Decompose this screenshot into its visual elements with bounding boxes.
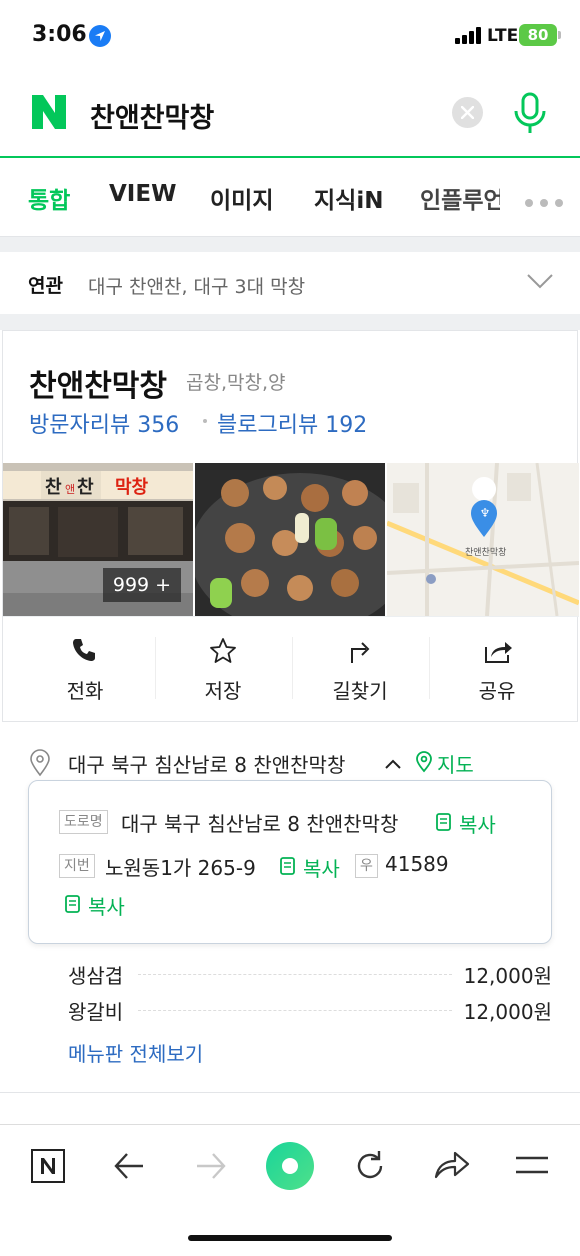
copy-icon — [65, 895, 80, 913]
more-tabs-icon[interactable] — [524, 193, 564, 212]
copy-zip-button[interactable]: 복사 — [64, 891, 144, 919]
place-name[interactable]: 찬앤찬막창 — [29, 361, 167, 405]
svg-text:찬: 찬 — [45, 477, 62, 498]
share-icon — [483, 637, 513, 669]
copy-label: 복사 — [88, 895, 125, 919]
zip-tag: 우 — [355, 854, 378, 878]
food-photo[interactable] — [195, 463, 385, 616]
map-pin-label: 찬앤찬막창 — [465, 547, 506, 558]
directions-icon — [346, 637, 374, 669]
menu-item: 왕갈비 12,000원 — [68, 996, 552, 1026]
chevron-up-icon[interactable] — [384, 755, 402, 774]
related-text[interactable]: 대구 찬앤찬, 대구 3대 막창 — [88, 272, 305, 299]
tab-view[interactable]: VIEW — [109, 181, 176, 207]
menu-item-price: 12,000원 — [463, 1000, 552, 1024]
tab-influencer[interactable]: 인플루언 — [420, 181, 500, 215]
dotted-leader — [138, 974, 452, 975]
menu-icon[interactable] — [514, 1155, 550, 1179]
tab-knowledge[interactable]: 지식iN — [314, 181, 383, 215]
photo-count-badge[interactable]: 999 + — [103, 568, 181, 602]
home-indicator — [188, 1235, 392, 1241]
copy-icon — [280, 857, 295, 875]
share-forward-icon[interactable] — [433, 1149, 471, 1185]
copy-lot-button[interactable]: 복사 — [279, 853, 359, 881]
clear-icon[interactable] — [452, 97, 483, 128]
location-arrow-icon — [89, 25, 111, 47]
search-input[interactable]: 찬앤찬막창 — [90, 96, 214, 135]
status-time: 3:06 — [32, 22, 87, 47]
copy-label: 복사 — [459, 813, 496, 837]
menu-item-price: 12,000원 — [463, 964, 552, 988]
place-card: 찬앤찬막창 곱창,막창,양 방문자리뷰 356 블로그리뷰 192 찬 앤 찬 … — [2, 330, 579, 722]
share-button[interactable]: 공유 — [429, 617, 565, 723]
separator-dot — [203, 419, 207, 423]
naver-home-icon[interactable] — [31, 1149, 65, 1187]
forward-arrow-icon[interactable] — [195, 1152, 227, 1184]
photo-strip: 찬 앤 찬 막창 999 + ♆ 찬앤찬막창 — [3, 463, 579, 616]
back-arrow-icon[interactable] — [113, 1152, 145, 1184]
related-label: 연관 — [28, 275, 63, 297]
search-header: 찬앤찬막창 — [0, 72, 580, 158]
road-address: 대구 북구 침산남로 8 찬앤찬막창 — [121, 812, 399, 836]
lot-address-tag: 지번 — [59, 854, 95, 878]
directions-label: 길찾기 — [332, 679, 388, 703]
tab-integrated[interactable]: 통합 — [28, 181, 70, 215]
related-searches[interactable]: 연관 대구 찬앤찬, 대구 3대 막창 — [0, 252, 580, 314]
copy-label: 복사 — [303, 857, 340, 881]
call-label: 전화 — [66, 679, 104, 703]
address-popup: 도로명 대구 북구 침산남로 8 찬앤찬막창 복사 지번 노원동1가 265-9… — [28, 780, 552, 944]
star-icon — [209, 637, 237, 669]
map-link[interactable]: 지도 — [437, 749, 474, 778]
zip-code: 41589 — [385, 852, 449, 876]
chevron-down-icon[interactable] — [526, 272, 554, 294]
naver-logo-icon[interactable] — [30, 93, 68, 135]
address-row[interactable]: 대구 북구 침산남로 8 찬앤찬막창 지도 — [0, 740, 580, 784]
place-category: 곱창,막창,양 — [186, 372, 286, 394]
copy-icon — [436, 813, 451, 831]
menu-item-name: 생삼겹 — [68, 960, 130, 989]
section-divider — [0, 236, 580, 252]
network-label: LTE — [487, 26, 519, 46]
green-dot-button[interactable] — [266, 1142, 314, 1194]
svg-text:♆: ♆ — [480, 506, 491, 520]
browser-toolbar — [0, 1124, 580, 1256]
lot-address: 노원동1가 265-9 — [105, 856, 256, 880]
share-label: 공유 — [478, 679, 516, 703]
action-bar: 전화 저장 길찾기 공유 — [3, 616, 579, 722]
save-button[interactable]: 저장 — [155, 617, 291, 723]
dotted-leader — [138, 1010, 452, 1011]
menu-item: 생삼겹 12,000원 — [68, 960, 552, 990]
svg-text:찬: 찬 — [77, 477, 94, 498]
save-label: 저장 — [204, 679, 242, 703]
section-divider — [0, 314, 580, 330]
directions-button[interactable]: 길찾기 — [292, 617, 428, 723]
refresh-icon[interactable] — [353, 1149, 387, 1187]
road-address-tag: 도로명 — [59, 810, 108, 834]
status-bar: 3:06 LTE 80 — [0, 0, 580, 72]
visitor-reviews-link[interactable]: 방문자리뷰 356 — [29, 407, 179, 439]
map-thumbnail[interactable]: ♆ 찬앤찬막창 — [387, 463, 579, 616]
address-summary[interactable]: 대구 북구 침산남로 8 찬앤찬막창 — [68, 749, 345, 778]
phone-icon — [71, 637, 97, 667]
section-divider — [0, 1092, 580, 1093]
blog-reviews-link[interactable]: 블로그리뷰 192 — [217, 407, 367, 439]
map-pin-icon[interactable] — [415, 751, 433, 777]
microphone-icon[interactable] — [511, 92, 549, 140]
signal-icon — [455, 27, 483, 44]
location-pin-icon — [29, 749, 51, 781]
tab-images[interactable]: 이미지 — [210, 181, 273, 215]
svg-text:막창: 막창 — [115, 477, 149, 498]
storefront-photo[interactable]: 찬 앤 찬 막창 999 + — [3, 463, 193, 616]
call-button[interactable]: 전화 — [17, 617, 153, 723]
view-full-menu-link[interactable]: 메뉴판 전체보기 — [68, 1038, 203, 1067]
svg-text:앤: 앤 — [65, 483, 75, 496]
menu-item-name: 왕갈비 — [68, 996, 130, 1025]
battery-tip — [558, 31, 561, 39]
battery-icon: 80 — [519, 24, 557, 46]
search-tabs: 통합 VIEW 이미지 지식iN 인플루언 — [0, 160, 580, 236]
copy-road-button[interactable]: 복사 — [435, 809, 515, 837]
